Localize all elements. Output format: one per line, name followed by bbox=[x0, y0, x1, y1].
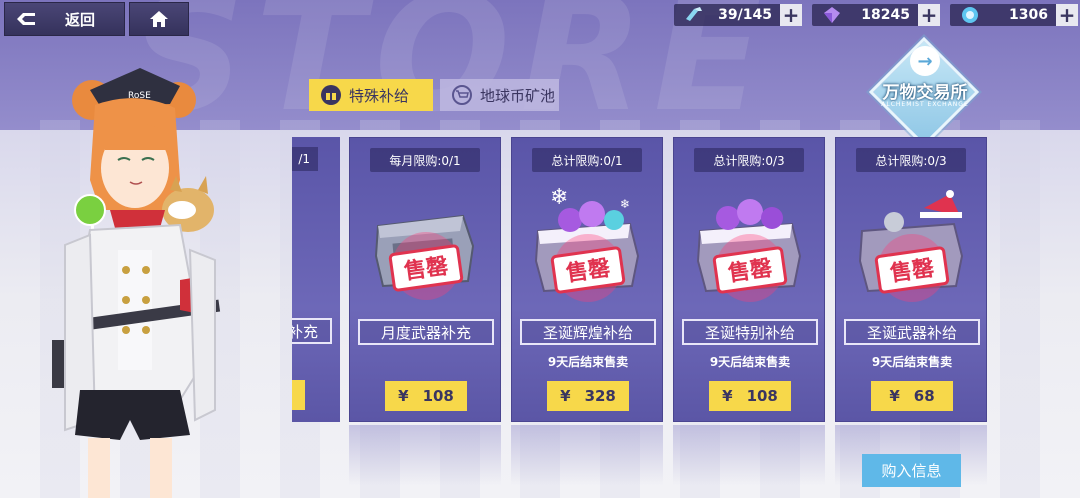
add-crystal-button[interactable]: + bbox=[918, 4, 940, 26]
tab-label: 地球币矿池 bbox=[480, 86, 556, 105]
price-value: 328 bbox=[584, 387, 616, 405]
exchange-entry-button[interactable]: → 万物交易所 ALCHEMIST EXCHANGE bbox=[868, 36, 980, 148]
exchange-title: 万物交易所 bbox=[882, 83, 968, 103]
stamina-resource: 39/145 + bbox=[674, 4, 802, 26]
gift-icon bbox=[321, 85, 341, 105]
item-name: 月度武器补充 bbox=[358, 319, 494, 345]
price-button[interactable]: ¥ 328 bbox=[547, 381, 629, 411]
purchase-limit: 总计限购:0/1 bbox=[532, 148, 642, 172]
sale-end-text: 9天后结束售卖 bbox=[547, 355, 629, 369]
partial-limit-text: /1 bbox=[298, 152, 310, 166]
purchase-limit: 总计限购:0/3 bbox=[694, 148, 804, 172]
price-value: 108 bbox=[422, 387, 454, 405]
currency-symbol: ¥ bbox=[560, 387, 571, 405]
home-button[interactable] bbox=[129, 2, 189, 36]
shop-card-xmas-special[interactable]: 总计限购:0/3 售罄 圣诞特别补给 9天后结束售卖 ¥ 108 bbox=[673, 137, 825, 422]
price-button[interactable]: ¥ 68 bbox=[871, 381, 953, 411]
tab-special-supply[interactable]: 特殊补给 bbox=[309, 79, 433, 111]
svg-text:❄: ❄ bbox=[620, 197, 630, 211]
sale-end-text: 9天后结束售卖 bbox=[709, 355, 791, 369]
currency-symbol: ¥ bbox=[722, 387, 733, 405]
back-button[interactable]: 返回 bbox=[4, 2, 125, 36]
shop-card-xmas-weapon[interactable]: 总计限购:0/3 售罄 圣诞武器补给 9天后结束售卖 ¥ 68 bbox=[835, 137, 987, 422]
partial-price-button bbox=[292, 380, 305, 410]
crystal-resource: 18245 + bbox=[812, 4, 940, 26]
card-reflection bbox=[349, 425, 501, 485]
add-stamina-button[interactable]: + bbox=[780, 4, 802, 26]
card-reflection bbox=[673, 425, 825, 485]
partial-card-limit: /1 bbox=[292, 147, 318, 171]
card-reflection bbox=[511, 425, 663, 485]
earth-coin-icon bbox=[962, 7, 978, 23]
xmas-glory-crate-art: ❄ ❄ 售罄 bbox=[534, 186, 640, 302]
add-earth-coin-button[interactable]: + bbox=[1056, 4, 1078, 26]
purchase-limit: 每月限购:0/1 bbox=[370, 148, 480, 172]
exchange-arrow-icon: → bbox=[910, 46, 940, 76]
weapon-crate-art: 售罄 bbox=[374, 214, 475, 300]
partial-card[interactable]: /1 补充 bbox=[292, 137, 340, 422]
price-button[interactable]: ¥ 108 bbox=[385, 381, 467, 411]
partial-card-name: 补充 bbox=[292, 318, 332, 344]
partial-card-body: /1 补充 bbox=[292, 137, 340, 422]
shop-card-monthly-weapon[interactable]: 每月限购:0/1 售罄 月度武器补充 ¥ 108 bbox=[349, 137, 501, 422]
tab-earth-coin-pool[interactable]: 地球币矿池 bbox=[440, 79, 559, 111]
purchase-info-label: 购入信息 bbox=[881, 462, 942, 480]
back-label: 返回 bbox=[65, 10, 96, 29]
shop-card-xmas-glory[interactable]: 总计限购:0/1 ❄ ❄ 售罄 圣诞辉煌补给 9天后结束售卖 ¥ 328 bbox=[511, 137, 663, 422]
price-value: 108 bbox=[746, 387, 778, 405]
shop-character-illustration: RoSE bbox=[52, 68, 221, 498]
currency-symbol: ¥ bbox=[398, 387, 409, 405]
purchase-info-button[interactable]: 购入信息 bbox=[862, 454, 961, 487]
stamina-icon bbox=[686, 7, 702, 21]
purchase-limit: 总计限购:0/3 bbox=[856, 148, 966, 172]
exchange-subtitle: ALCHEMIST EXCHANGE bbox=[881, 101, 969, 108]
partial-name-text: 补充 bbox=[292, 322, 318, 341]
price-value: 68 bbox=[913, 387, 935, 405]
tab-label: 特殊补给 bbox=[349, 86, 410, 105]
currency-symbol: ¥ bbox=[889, 387, 900, 405]
svg-text:❄: ❄ bbox=[550, 186, 568, 210]
item-name: 圣诞特别补给 bbox=[682, 319, 818, 345]
back-arrow-icon bbox=[17, 13, 35, 25]
xmas-weapon-crate-art: 售罄 bbox=[858, 190, 964, 302]
item-name: 圣诞武器补给 bbox=[844, 319, 980, 345]
price-button[interactable]: ¥ 108 bbox=[709, 381, 791, 411]
earth-coin-resource: 1306 + bbox=[950, 4, 1078, 26]
crystal-icon bbox=[824, 7, 840, 23]
cart-icon bbox=[452, 85, 472, 105]
home-icon bbox=[150, 11, 168, 27]
sale-end-text: 9天后结束售卖 bbox=[871, 355, 953, 369]
xmas-special-crate-art: 售罄 bbox=[696, 199, 802, 302]
item-name: 圣诞辉煌补给 bbox=[520, 319, 656, 345]
